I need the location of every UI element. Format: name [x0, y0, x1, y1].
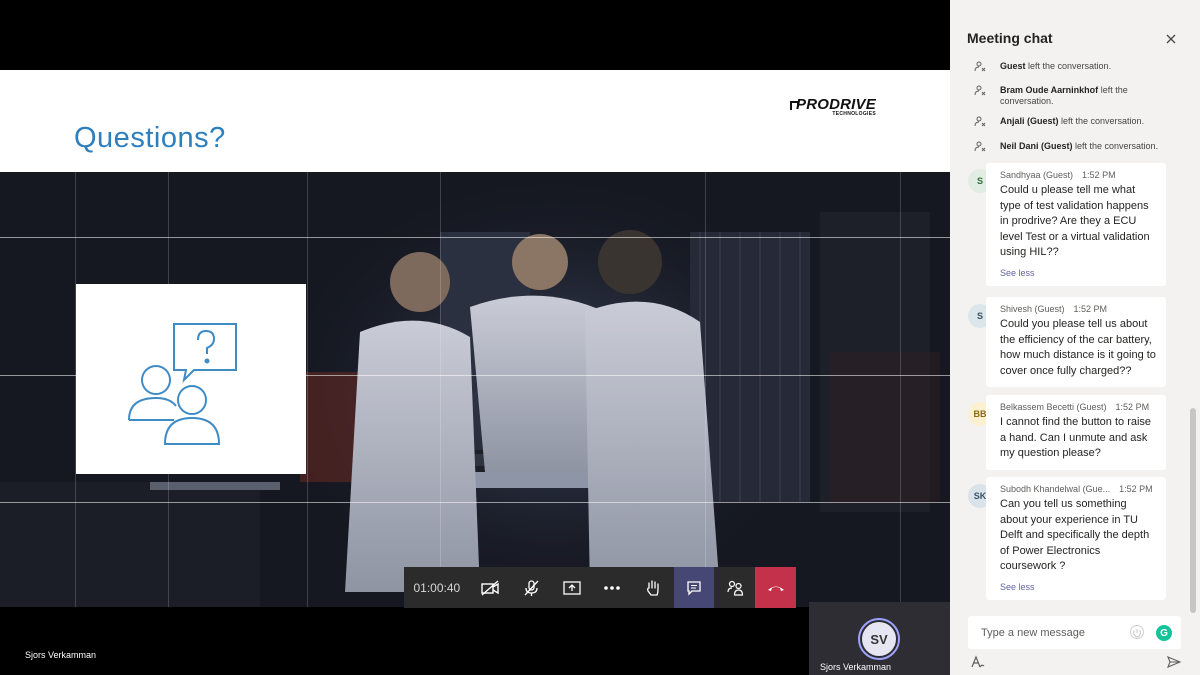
- chat-toggle-button[interactable]: [673, 567, 715, 608]
- people-question-icon: [128, 323, 237, 445]
- message-sender: Shivesh (Guest): [1000, 304, 1065, 314]
- message-sender: Sandhyaa (Guest): [1000, 170, 1074, 180]
- chat-message[interactable]: Subodh Khandelwal (Gue... 1:52 PM Can you…: [986, 477, 1166, 600]
- system-message-text: left the conversation.: [1072, 141, 1159, 151]
- message-time: 1:52 PM: [1115, 402, 1150, 412]
- person-left-icon: [974, 61, 986, 72]
- camera-off-icon: [481, 579, 499, 596]
- message-sender: Belkassem Becetti (Guest): [1000, 402, 1107, 412]
- prodrive-logo: PRODRIVE TECHNOLOGIES: [790, 96, 878, 118]
- more-icon: [604, 585, 621, 590]
- chat-message[interactable]: Belkassem Becetti (Guest) 1:52 PM I canno…: [986, 395, 1166, 470]
- avatar: SV: [862, 622, 896, 656]
- message-body: Can you tell us something about your exp…: [1000, 498, 1150, 573]
- format-icon[interactable]: [970, 655, 986, 669]
- send-icon[interactable]: [1167, 656, 1181, 668]
- message-time: 1:52 PM: [1073, 304, 1108, 314]
- message-body: I cannot find the button to raise a hand…: [1000, 416, 1152, 460]
- share-icon: [563, 580, 581, 595]
- see-less-link[interactable]: See less: [1000, 582, 1156, 592]
- system-message-name: Neil Dani (Guest): [1000, 141, 1073, 151]
- message-body: Could you please tell us about the effic…: [1000, 318, 1156, 377]
- phone-hangup-icon: [767, 586, 784, 591]
- system-message-name: Guest: [1000, 61, 1026, 71]
- system-message-text: left the conversation.: [1058, 116, 1145, 126]
- participants-button[interactable]: [714, 567, 755, 608]
- self-name: Sjors Verkamman: [820, 662, 892, 672]
- chat-message[interactable]: Sandhyaa (Guest) 1:52 PM Could u please t…: [986, 163, 1166, 286]
- raise-hand-button[interactable]: [633, 567, 674, 608]
- message-input[interactable]: Type a new message: [981, 627, 1085, 639]
- slide-gridline: [705, 172, 706, 607]
- message-time: 1:52 PM: [1082, 170, 1116, 180]
- hand-icon: [647, 579, 659, 596]
- shared-screen-stage: Questions? PRODRIVE TECHNOLOGIES 01:00:4…: [0, 0, 950, 675]
- hang-up-button[interactable]: [755, 567, 797, 608]
- mic-toggle-button[interactable]: [510, 567, 551, 608]
- participants-icon: [727, 580, 743, 596]
- system-message-text: left the conversation.: [1025, 61, 1112, 71]
- more-actions-button[interactable]: [592, 567, 633, 608]
- meeting-chat-panel: Meeting chat Guest left the conversation…: [950, 0, 1200, 675]
- close-chat-button[interactable]: [1164, 32, 1178, 46]
- slide-title: Questions?: [74, 122, 226, 154]
- slide-header: Questions? PRODRIVE TECHNOLOGIES: [0, 70, 950, 172]
- message-sender: Subodh Khandelwal (Gue...: [1000, 484, 1111, 494]
- chat-title: Meeting chat: [967, 30, 1053, 46]
- person-left-icon: [974, 116, 986, 127]
- message-time: 1:52 PM: [1119, 484, 1153, 494]
- self-video-tile[interactable]: SV Sjors Verkamman: [809, 602, 950, 675]
- system-message-name: Anjali (Guest): [1000, 116, 1059, 126]
- chat-scrollbar[interactable]: [1190, 408, 1196, 613]
- chat-icon: [687, 580, 701, 596]
- presenter-name: Sjors Verkamman: [25, 650, 97, 660]
- questions-illustration-card: [76, 284, 306, 474]
- chat-message[interactable]: Shivesh (Guest) 1:52 PM Could you please …: [986, 297, 1166, 388]
- see-less-link[interactable]: See less: [1000, 268, 1156, 278]
- compose-box[interactable]: Type a new message G: [968, 616, 1181, 649]
- call-timer: 01:00:40: [413, 580, 461, 595]
- slide-gridline: [0, 237, 950, 238]
- slide-gridline: [0, 502, 950, 503]
- system-message-name: Bram Oude Aarninkhof: [1000, 85, 1099, 95]
- slide-gridline: [900, 172, 901, 607]
- share-screen-button[interactable]: [551, 567, 592, 608]
- logo-subtext: TECHNOLOGIES: [832, 111, 876, 117]
- power-icon[interactable]: [1130, 625, 1144, 639]
- self-avatar-ring: SV: [858, 618, 900, 660]
- grammarly-icon[interactable]: G: [1156, 625, 1172, 641]
- message-body: Could u please tell me what type of test…: [1000, 184, 1150, 259]
- person-left-icon: [974, 141, 986, 152]
- mic-off-icon: [524, 579, 539, 596]
- slide-gridline: [440, 172, 441, 607]
- person-left-icon: [974, 85, 986, 96]
- call-toolbar: 01:00:40: [404, 567, 797, 608]
- slide-gridline: [307, 172, 308, 607]
- camera-toggle-button[interactable]: [470, 567, 511, 608]
- close-icon: [1166, 34, 1176, 44]
